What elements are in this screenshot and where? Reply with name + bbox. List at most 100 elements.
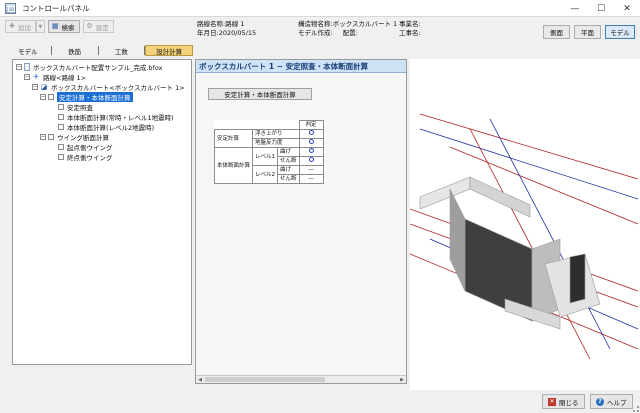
tab-man-hours[interactable]: 工数 (99, 46, 146, 56)
model-view-button[interactable]: モデル (605, 25, 635, 39)
settings-button[interactable]: ⚙ 設定 (82, 20, 114, 33)
document-panel: ボックスカルバート 1 − 安定照査・本体断面計算 安定計算・本体断面計算 判定… (195, 59, 407, 384)
collapse-toggle-icon[interactable]: − (32, 84, 38, 90)
tree-item-culvert[interactable]: − ◪ ボックスカルバート<ボックスカルバート 1> (16, 82, 188, 92)
plan-view-button[interactable]: 平面 (574, 25, 601, 39)
culvert-3d-drawing (409, 113, 639, 360)
resize-grip-icon[interactable] (633, 406, 639, 412)
help-button-label: ヘルプ (607, 398, 627, 407)
judgement-header: 判定 (298, 120, 324, 130)
tree-checkbox[interactable] (58, 104, 64, 110)
bearing-cell: 地盤反力度 (252, 138, 300, 148)
ok-circle-icon (308, 130, 314, 135)
view-buttons: 側面 平面 モデル (543, 25, 635, 39)
stability-group-cell: 安定計算 (213, 129, 254, 148)
window-title: コントロールパネル (22, 3, 90, 13)
tree-label-file: ボックスカルバート配置サンプル_完成.bfox (33, 64, 163, 72)
tree-item-file[interactable]: − ボックスカルバート配置サンプル_完成.bfox (16, 62, 188, 72)
judgement-ok (298, 138, 324, 148)
main-area: ✚ 追加 ▼ ▦ 検索 ⚙ 設定 路線名称:路線 1 年月日:2020/05/1… (0, 17, 640, 390)
judgement-ok (298, 156, 324, 166)
title-bar: コントロールパネル — ☐ ✕ (0, 0, 640, 17)
info-project-block: 事業名: 工事名: (399, 20, 421, 38)
tree-label-calc-selected: 安定計算・本体断面計算 (57, 92, 133, 102)
collapse-toggle-icon[interactable]: − (40, 134, 46, 140)
collapse-toggle-icon[interactable]: − (40, 94, 46, 100)
structure-name: 構造物名称:ボックスカルバート 1 (298, 20, 398, 28)
tree-item-wing-end[interactable]: 終点側ウイング (16, 152, 188, 162)
minimize-button[interactable]: — (562, 0, 588, 17)
tree-item-body-normal[interactable]: 本体断面計算(常時・レベル1地震時) (16, 112, 188, 122)
tree-item-body-level2[interactable]: 本体断面計算(レベル2地震時) (16, 122, 188, 132)
app-window-icon (5, 2, 16, 14)
construction-name: 工事名: (399, 29, 421, 37)
collapse-toggle-icon[interactable]: − (16, 64, 22, 70)
side-view-button[interactable]: 側面 (543, 25, 570, 39)
tree-item-route[interactable]: − ✈ 路線<路線 1> (16, 72, 188, 82)
tree-item-wing[interactable]: − ウイング断面計算 (16, 132, 188, 142)
tree-checkbox[interactable] (58, 144, 64, 150)
body-group-cell: 本体断面計算 (213, 147, 254, 184)
close-button-label: 閉じる (559, 398, 579, 407)
tree-checkbox[interactable] (58, 154, 64, 160)
tree-label-culvert: ボックスカルバート<ボックスカルバート 1> (51, 84, 185, 92)
search-button[interactable]: ▦ 検索 (47, 20, 80, 33)
window-close-button[interactable]: ✕ (614, 0, 640, 17)
scroll-left-icon[interactable]: ◀ (196, 376, 204, 383)
tree-label-body-normal: 本体断面計算(常時・レベル1地震時) (67, 114, 174, 122)
help-button[interactable]: ? ヘルプ (590, 394, 633, 409)
model-author: モデル作成: (298, 29, 333, 37)
add-button[interactable]: ✚ 追加 (5, 20, 36, 33)
uplift-cell: 浮き上がり (252, 129, 300, 139)
tree-label-wing: ウイング断面計算 (57, 134, 109, 142)
add-icon: ✚ (9, 22, 15, 30)
model-3d-view[interactable] (409, 59, 640, 390)
tree-checkbox[interactable] (48, 134, 54, 140)
tree-label-wing-end: 終点側ウイング (67, 154, 113, 162)
tree-label-wing-start: 起点側ウイング (67, 144, 113, 152)
add-dropdown-button[interactable]: ▼ (35, 20, 45, 33)
tab-model[interactable]: モデル (5, 46, 52, 56)
close-icon: ✕ (548, 397, 556, 406)
placement-text: 配置: (342, 29, 358, 37)
horizontal-scrollbar[interactable]: ◀ ▶ (196, 375, 406, 383)
toolbar: ✚ 追加 ▼ ▦ 検索 ⚙ 設定 (5, 20, 114, 33)
level2-cell: レベル2 (252, 165, 279, 184)
add-button-label: 追加 (17, 23, 31, 32)
search-button-label: 検索 (61, 23, 75, 32)
tab-bar: モデル 鉄筋 工数 設計計算 (5, 45, 193, 56)
shear-cell: せん断 (277, 156, 300, 166)
judgement-na: — (298, 165, 324, 175)
tree-item-stability[interactable]: 安定照査 (16, 102, 188, 112)
bending-cell: 曲げ (277, 147, 300, 157)
bottom-bar: ✕ 閉じる ? ヘルプ (0, 390, 640, 413)
scrollbar-thumb[interactable] (205, 377, 325, 382)
judgement-ok (298, 129, 324, 139)
tab-rebar[interactable]: 鉄筋 (52, 46, 99, 56)
file-icon (24, 63, 30, 71)
close-button[interactable]: ✕ 閉じる (542, 394, 585, 409)
section-button[interactable]: 安定計算・本体断面計算 (208, 88, 312, 100)
tree-item-calc[interactable]: − 安定計算・本体断面計算 (16, 92, 188, 102)
level1-cell: レベル1 (252, 147, 279, 166)
tree-checkbox[interactable] (58, 124, 64, 130)
ok-circle-icon (308, 148, 314, 153)
help-icon: ? (596, 397, 604, 406)
info-route-block: 路線名称:路線 1 年月日:2020/05/15 (197, 20, 256, 38)
settings-icon: ⚙ (86, 22, 93, 30)
tree-checkbox[interactable] (58, 114, 64, 120)
judgement-table: 判定 安定計算 浮き上がり 地盤反力度 本体断面計算 レベル1 曲げ せん断 レ… (213, 120, 324, 184)
project-name: 事業名: (399, 20, 421, 28)
judgement-na: — (298, 174, 324, 184)
tree-item-wing-start[interactable]: 起点側ウイング (16, 142, 188, 152)
date-text: 年月日:2020/05/15 (197, 29, 257, 37)
search-icon: ▦ (51, 22, 59, 30)
tab-design-calc[interactable]: 設計計算 (145, 45, 193, 56)
tree-checkbox[interactable] (48, 94, 54, 100)
collapse-toggle-icon[interactable]: − (24, 74, 30, 80)
window-controls: — ☐ ✕ (562, 0, 640, 17)
maximize-button[interactable]: ☐ (588, 0, 614, 17)
tree-label-route: 路線<路線 1> (43, 74, 87, 82)
info-structure-block: 構造物名称:ボックスカルバート 1 モデル作成: 配置: (298, 20, 397, 38)
scroll-right-icon[interactable]: ▶ (398, 376, 406, 383)
